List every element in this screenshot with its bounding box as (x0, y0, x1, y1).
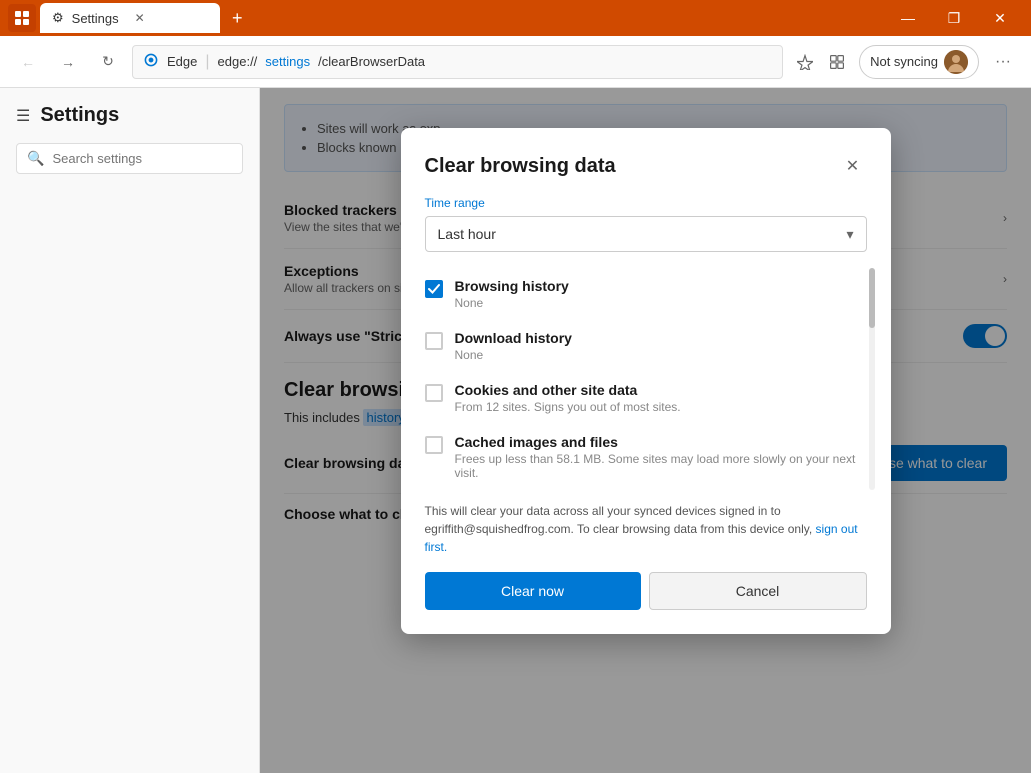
address-highlight: /clearBrowserData (318, 54, 425, 69)
cookies-text: Cookies and other site data From 12 site… (455, 382, 681, 414)
address-bar-input[interactable]: Edge | edge:// settings/clearBrowserData (132, 45, 783, 79)
main-content: ☰ Settings 🔍 Sites will work as exp... B… (0, 88, 1031, 773)
browsing-checkbox[interactable] (425, 280, 443, 298)
tab-settings-label: Settings (72, 11, 119, 26)
tab-settings-icon: ⚙ (52, 10, 64, 26)
address-separator: | (205, 53, 209, 71)
settings-tab[interactable]: ⚙ Settings ✕ (40, 3, 220, 33)
more-options-button[interactable]: ··· (987, 46, 1019, 78)
cached-desc: Frees up less than 58.1 MB. Some sites m… (455, 452, 863, 480)
cookies-title: Cookies and other site data (455, 382, 681, 398)
checkbox-item-cookies: Cookies and other site data From 12 site… (425, 372, 863, 424)
cached-title: Cached images and files (455, 434, 863, 450)
download-title: Download history (455, 330, 572, 346)
refresh-button[interactable]: ↻ (92, 46, 124, 78)
checkbox-list: Browsing history None Download history N… (425, 268, 867, 490)
checkbox-list-container: Browsing history None Download history N… (425, 268, 867, 490)
forward-button[interactable]: → (52, 46, 84, 78)
modal-footer: Clear now Cancel (425, 572, 867, 610)
app-icon (8, 4, 36, 32)
cached-checkbox[interactable] (425, 436, 443, 454)
cancel-button[interactable]: Cancel (649, 572, 867, 610)
checkbox-item-cached: Cached images and files Frees up less th… (425, 424, 863, 490)
window-controls: — ❐ ✕ (885, 0, 1023, 36)
hamburger-icon[interactable]: ☰ (16, 106, 30, 126)
modal-header: Clear browsing data ✕ (425, 152, 867, 180)
time-range-value: Last hour (438, 226, 496, 242)
collections-icon[interactable] (823, 48, 851, 76)
checkbox-item-download: Download history None (425, 320, 863, 372)
new-tab-button[interactable]: + (224, 4, 251, 33)
edge-logo-icon (143, 52, 159, 71)
scroll-thumb (869, 268, 875, 328)
address-path: settings (265, 54, 310, 69)
sidebar: ☰ Settings 🔍 (0, 88, 260, 773)
modal-close-button[interactable]: ✕ (839, 152, 867, 180)
restore-button[interactable]: ❐ (931, 0, 977, 36)
title-bar: ⚙ Settings ✕ + — ❐ ✕ (0, 0, 1031, 36)
clear-browsing-modal: Clear browsing data ✕ Time range Last ho… (401, 128, 891, 634)
settings-search-input[interactable] (52, 151, 232, 166)
address-scheme: edge:// (218, 54, 258, 69)
modal-overlay: Clear browsing data ✕ Time range Last ho… (260, 88, 1031, 773)
settings-search-container: 🔍 (16, 143, 243, 174)
download-text: Download history None (455, 330, 572, 362)
profile-button[interactable]: Not syncing (859, 45, 979, 79)
browsing-title: Browsing history (455, 278, 569, 294)
search-icon: 🔍 (27, 150, 44, 167)
tab-close-button[interactable]: ✕ (135, 11, 145, 25)
modal-title: Clear browsing data (425, 155, 616, 178)
settings-header: ☰ Settings (0, 104, 259, 143)
download-desc: None (455, 348, 572, 362)
address-bar-icons (791, 48, 851, 76)
sync-notice-text: This will clear your data across all you… (425, 504, 816, 536)
clear-now-button[interactable]: Clear now (425, 572, 641, 610)
download-checkbox[interactable] (425, 332, 443, 350)
browsing-text: Browsing history None (455, 278, 569, 310)
time-range-chevron-icon: ▾ (846, 226, 853, 243)
sync-notice: This will clear your data across all you… (425, 502, 867, 556)
time-range-label: Time range (425, 196, 867, 210)
cached-text: Cached images and files Frees up less th… (455, 434, 863, 480)
back-button[interactable]: ← (12, 46, 44, 78)
checkbox-item-browsing: Browsing history None (425, 268, 863, 320)
close-button[interactable]: ✕ (977, 0, 1023, 36)
profile-avatar (944, 50, 968, 74)
title-bar-left: ⚙ Settings ✕ + (8, 3, 251, 33)
cookies-desc: From 12 sites. Signs you out of most sit… (455, 400, 681, 414)
time-range-select[interactable]: Last hour ▾ (425, 216, 867, 252)
settings-page-title: Settings (40, 104, 119, 127)
edge-label: Edge (167, 54, 197, 69)
minimize-button[interactable]: — (885, 0, 931, 36)
content-area: Sites will work as exp... Blocks known h… (260, 88, 1031, 773)
cookies-checkbox[interactable] (425, 384, 443, 402)
browsing-desc: None (455, 296, 569, 310)
address-bar: ← → ↻ Edge | edge:// settings/clearBrowse… (0, 36, 1031, 88)
favorite-icon[interactable] (791, 48, 819, 76)
scroll-track (869, 268, 875, 490)
not-syncing-label: Not syncing (870, 54, 938, 69)
